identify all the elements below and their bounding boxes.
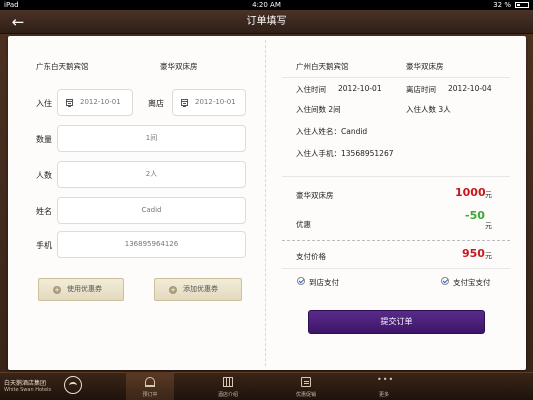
form-room-type: 豪华双床房 (160, 62, 198, 71)
pay-alipay-label[interactable]: 支付宝支付 (453, 277, 491, 288)
tab-hotel-intro-label: 酒店介绍 (217, 392, 238, 398)
add-coupon-icon (169, 280, 177, 301)
clock: 4:20 AM (252, 1, 281, 9)
form-hotel-name: 广东白天鹅宾馆 (36, 62, 89, 71)
pay-alipay-check-icon[interactable] (441, 277, 449, 285)
phone-label: 手机 (36, 241, 52, 250)
battery-percent: 32 % (493, 1, 511, 9)
tab-more[interactable]: 更多 (360, 372, 408, 400)
tab-promotions[interactable]: 优惠促销 (282, 372, 330, 400)
bed-icon (145, 377, 155, 387)
tab-more-label: 更多 (378, 392, 389, 398)
status-bar: iPad 4:20 AM 32 % (0, 0, 533, 10)
guest-phone: 入住人手机：13568951267 (296, 149, 394, 158)
summary-hotel-name: 广州白天鹅宾馆 (296, 62, 349, 71)
swan-logo-icon (64, 376, 82, 394)
column-divider (265, 40, 266, 366)
room-price: 1000 (455, 186, 486, 199)
calendar-icon (181, 99, 188, 107)
card-icon (301, 377, 311, 387)
summary-divider (282, 77, 510, 78)
discount-value: -50 (465, 209, 485, 222)
pay-at-hotel-label[interactable]: 到店支付 (309, 277, 339, 288)
tab-promotions-label: 优惠促销 (295, 392, 316, 398)
checkin-time-label: 入住时间 (296, 85, 326, 94)
name-field[interactable]: Cadid (57, 197, 246, 224)
total-price: 950 (462, 247, 485, 260)
quantity-label: 数量 (36, 135, 52, 144)
checkout-date-value: 2012-10-01 (195, 98, 236, 106)
discount-currency: 元 (485, 222, 492, 230)
name-label: 姓名 (36, 207, 52, 216)
discount-label: 优惠 (296, 220, 311, 229)
total-label: 支付价格 (296, 252, 326, 261)
phone-field[interactable]: 136895964126 (57, 231, 246, 258)
checkout-date-field[interactable]: 2012-10-01 (172, 89, 246, 116)
checkin-date-field[interactable]: 2012-10-01 (57, 89, 133, 116)
building-icon (223, 377, 233, 387)
nav-bar: ← 订单填写 (0, 10, 533, 34)
quantity-field[interactable]: 1间 (57, 125, 246, 152)
more-icon (377, 375, 394, 387)
submit-order-button[interactable]: 提交订单 (308, 310, 485, 334)
total-divider (282, 240, 510, 241)
checkout-label: 离店 (148, 99, 164, 108)
guest-count: 入住人数 3人 (406, 105, 451, 114)
tab-hotel-intro[interactable]: 酒店介绍 (204, 372, 252, 400)
checkin-date-value: 2012-10-01 (80, 98, 121, 106)
brand-name-cn: 白天鹅酒店集团 (4, 380, 47, 387)
use-coupon-button[interactable]: 使用优惠券 (38, 278, 124, 301)
people-field[interactable]: 2人 (57, 161, 246, 188)
page-title: 订单填写 (246, 16, 287, 27)
battery-icon (515, 2, 529, 8)
total-currency: 元 (485, 252, 492, 260)
room-count: 入住间数 2间 (296, 105, 341, 114)
room-price-label: 豪华双床房 (296, 191, 334, 200)
tab-booking[interactable]: 预订中 (126, 372, 174, 400)
people-label: 人数 (36, 171, 52, 180)
checkout-time-value: 2012-10-04 (448, 84, 492, 93)
brand-logo: 白天鹅酒店集团 White Swan Hotels (4, 374, 84, 398)
add-coupon-label: 添加优惠券 (183, 285, 218, 293)
checkin-time-value: 2012-10-01 (338, 84, 382, 93)
add-coupon-button[interactable]: 添加优惠券 (154, 278, 242, 301)
checkout-time-label: 离店时间 (406, 85, 436, 94)
brand-name-en: White Swan Hotels (4, 387, 52, 393)
guest-name: 入住人姓名：Candid (296, 127, 368, 136)
checkin-label: 入住 (36, 99, 52, 108)
coupon-icon (53, 280, 61, 301)
payment-divider (282, 268, 510, 269)
room-price-currency: 元 (485, 191, 492, 199)
calendar-icon (66, 99, 73, 107)
use-coupon-label: 使用优惠券 (67, 285, 102, 293)
pay-at-hotel-check-icon[interactable] (297, 277, 305, 285)
price-divider (282, 176, 510, 177)
tab-booking-label: 预订中 (142, 392, 158, 398)
summary-room-type: 豪华双床房 (406, 62, 444, 71)
